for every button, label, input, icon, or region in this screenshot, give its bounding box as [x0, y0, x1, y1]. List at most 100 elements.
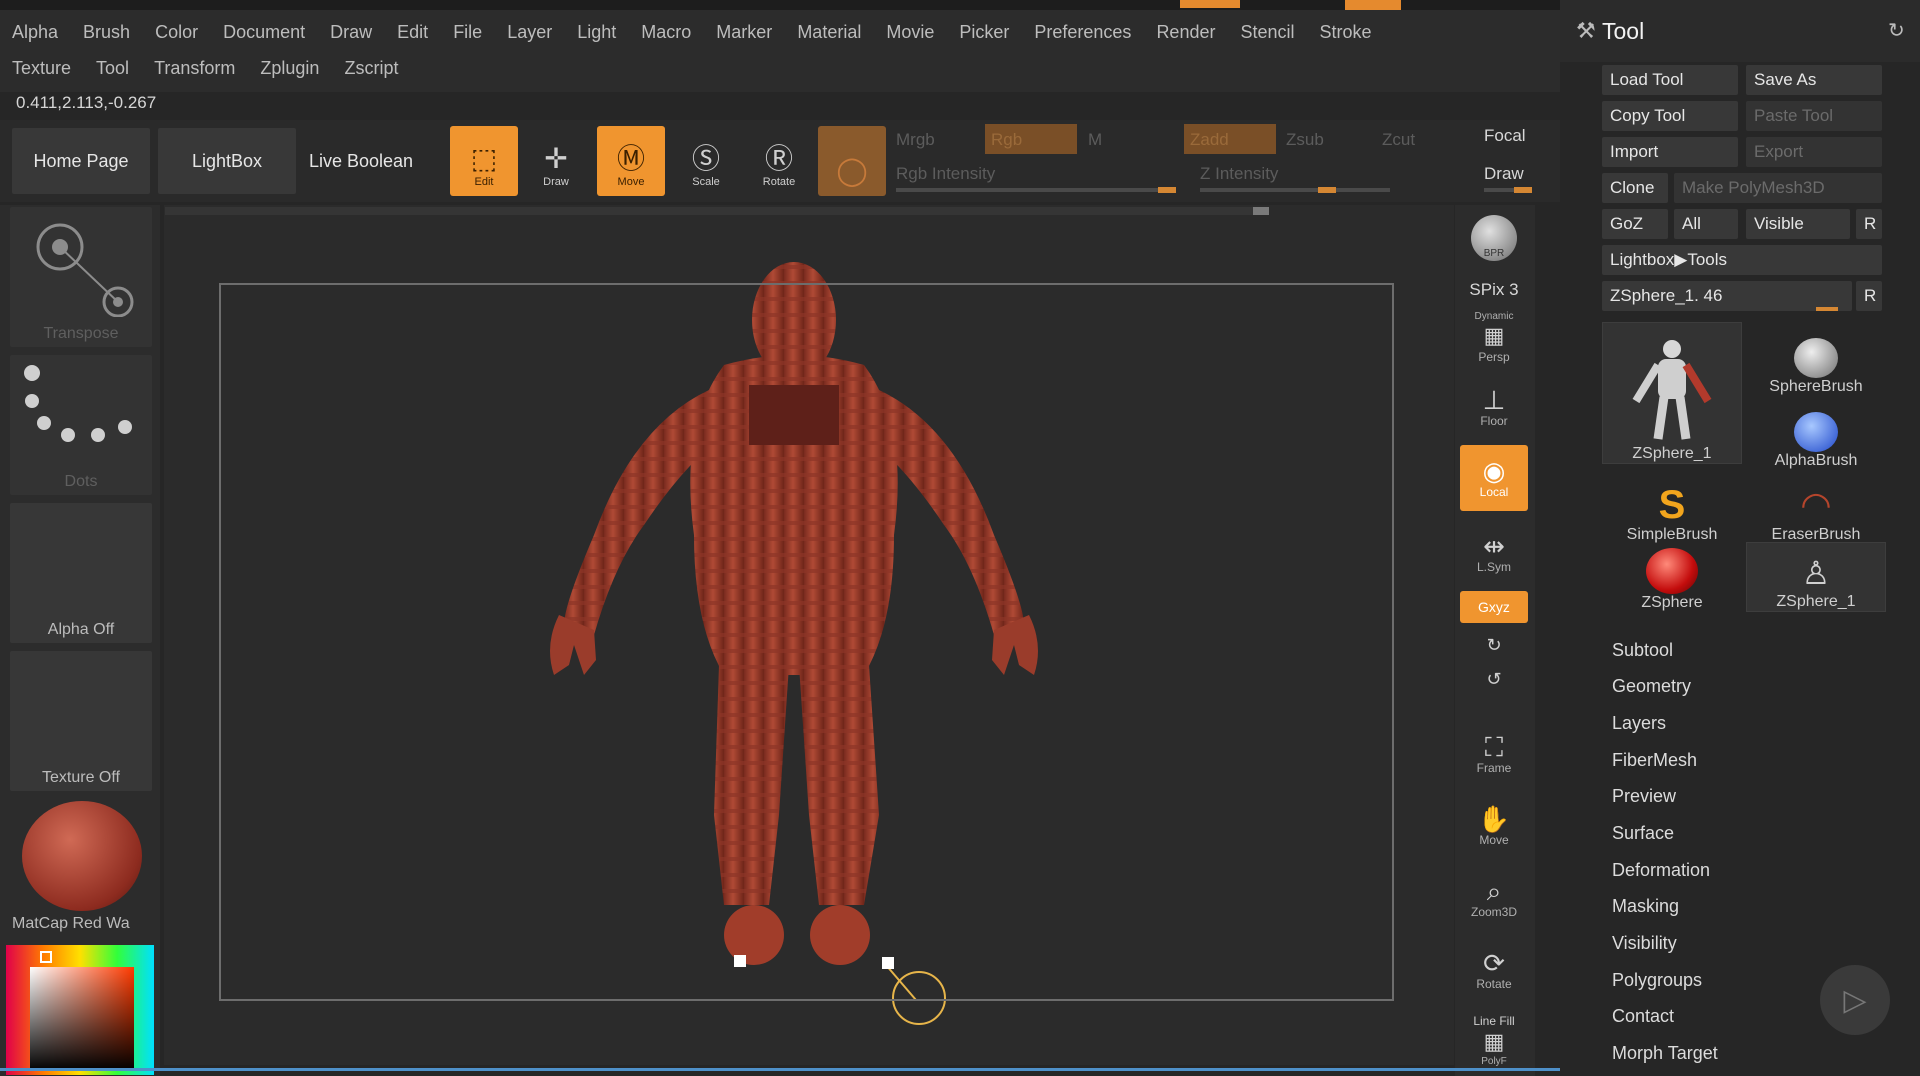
menu-tool[interactable]: Tool	[96, 58, 129, 79]
local-symmetry-button[interactable]: ⇹ L.Sym	[1460, 523, 1528, 583]
draw-size-track[interactable]	[1484, 187, 1532, 193]
bpr-render-button[interactable]: BPR	[1460, 205, 1528, 271]
transpose-button[interactable]: Transpose	[10, 207, 152, 347]
draw-size-slider[interactable]: Draw	[1484, 164, 1524, 184]
line-fill-button[interactable]: Line Fill ▦ PolyF	[1460, 1007, 1528, 1073]
home-page-button[interactable]: Home Page	[12, 128, 150, 194]
lightbox-tools-button[interactable]: Lightbox▶Tools	[1602, 245, 1882, 275]
z-intensity-knob[interactable]	[1318, 187, 1336, 193]
color-picker[interactable]	[6, 945, 154, 1075]
section-morph-target[interactable]: Morph Target	[1612, 1043, 1718, 1064]
load-tool-button[interactable]: Load Tool	[1602, 65, 1738, 95]
section-geometry[interactable]: Geometry	[1612, 676, 1691, 697]
rotate-z-button[interactable]: ↺	[1460, 663, 1528, 695]
focal-shift-slider[interactable]: Focal	[1484, 126, 1526, 146]
frame-button[interactable]: ⛶ Frame	[1460, 721, 1528, 787]
section-layers[interactable]: Layers	[1612, 713, 1666, 734]
make-polymesh-button[interactable]: Make PolyMesh3D	[1674, 173, 1882, 203]
section-subtool[interactable]: Subtool	[1612, 640, 1673, 661]
section-fibermesh[interactable]: FiberMesh	[1612, 750, 1697, 771]
menu-zscript[interactable]: Zscript	[344, 58, 398, 79]
section-surface[interactable]: Surface	[1612, 823, 1674, 844]
menu-zplugin[interactable]: Zplugin	[260, 58, 319, 79]
section-visibility[interactable]: Visibility	[1612, 933, 1677, 954]
palette-refresh-icon[interactable]: ↻	[1888, 18, 1905, 43]
zadd-toggle[interactable]: Zadd	[1184, 124, 1276, 154]
tool-thumb-zsphere-1-copy[interactable]: ♙ ZSphere_1	[1746, 542, 1886, 612]
rgb-intensity-slider[interactable]	[896, 187, 1176, 193]
rgb-intensity-knob[interactable]	[1158, 187, 1176, 193]
paste-tool-button[interactable]: Paste Tool	[1746, 101, 1882, 131]
menu-edit[interactable]: Edit	[397, 22, 428, 43]
menu-color[interactable]: Color	[155, 22, 198, 43]
menu-brush[interactable]: Brush	[83, 22, 130, 43]
floor-button[interactable]: ⊥ Floor	[1460, 375, 1528, 439]
current-tool-knob[interactable]	[1816, 307, 1838, 311]
section-preview[interactable]: Preview	[1612, 786, 1676, 807]
current-tool-slider[interactable]: ZSphere_1. 46	[1602, 281, 1852, 311]
lightbox-button[interactable]: LightBox	[158, 128, 296, 194]
menu-texture[interactable]: Texture	[12, 58, 71, 79]
rgb-toggle[interactable]: Rgb	[985, 124, 1077, 154]
material-sphere-button[interactable]: ◯	[818, 126, 886, 196]
draw-size-knob[interactable]	[1514, 187, 1532, 193]
copy-tool-button[interactable]: Copy Tool	[1602, 101, 1738, 131]
menu-picker[interactable]: Picker	[959, 22, 1009, 43]
move-view-button[interactable]: ✋ Move	[1460, 793, 1528, 859]
section-contact[interactable]: Contact	[1612, 1006, 1674, 1027]
current-tool-r-button[interactable]: R	[1856, 281, 1882, 311]
menu-stroke[interactable]: Stroke	[1320, 22, 1372, 43]
zcut-toggle[interactable]: Zcut	[1382, 130, 1415, 150]
rotate-view-button[interactable]: ⟳ Rotate	[1460, 937, 1528, 1003]
xyz-rotation-button[interactable]: Gxyz	[1460, 591, 1528, 623]
rotate-mode-button[interactable]: Ⓡ Rotate	[745, 126, 813, 196]
menu-alpha[interactable]: Alpha	[12, 22, 58, 43]
export-button[interactable]: Export	[1746, 137, 1882, 167]
goz-all-button[interactable]: All	[1674, 209, 1738, 239]
draw-mode-button[interactable]: ✛ Draw	[522, 126, 590, 196]
move-mode-button[interactable]: Ⓜ Move	[597, 126, 665, 196]
menu-transform[interactable]: Transform	[154, 58, 235, 79]
goz-button[interactable]: GoZ	[1602, 209, 1668, 239]
goz-r-button[interactable]: R	[1856, 209, 1882, 239]
tool-thumb-alphabrush[interactable]: AlphaBrush	[1746, 396, 1886, 470]
menu-file[interactable]: File	[453, 22, 482, 43]
m-toggle[interactable]: M	[1088, 130, 1102, 150]
menu-movie[interactable]: Movie	[886, 22, 934, 43]
section-deformation[interactable]: Deformation	[1612, 860, 1710, 881]
menu-macro[interactable]: Macro	[641, 22, 691, 43]
live-boolean-button[interactable]: Live Boolean	[302, 128, 420, 194]
color-picker-cursor[interactable]	[40, 951, 52, 963]
tool-thumb-eraserbrush[interactable]: ◠ EraserBrush	[1746, 470, 1886, 544]
section-masking[interactable]: Masking	[1612, 896, 1679, 917]
tool-thumb-zsphere-1[interactable]: ZSphere_1	[1602, 322, 1742, 464]
tool-thumb-spherebrush[interactable]: SphereBrush	[1746, 322, 1886, 396]
menu-preferences[interactable]: Preferences	[1034, 22, 1131, 43]
menu-marker[interactable]: Marker	[716, 22, 772, 43]
menu-layer[interactable]: Layer	[507, 22, 552, 43]
title-accent-button[interactable]	[1345, 0, 1401, 10]
menu-light[interactable]: Light	[577, 22, 616, 43]
persp-button[interactable]: Dynamic ▦ Persp	[1460, 305, 1528, 369]
tool-thumb-zsphere[interactable]: ZSphere	[1602, 542, 1742, 612]
menu-stencil[interactable]: Stencil	[1240, 22, 1294, 43]
clone-button[interactable]: Clone	[1602, 173, 1668, 203]
z-intensity-slider[interactable]	[1200, 187, 1390, 193]
edit-mode-button[interactable]: ⬚ Edit	[450, 126, 518, 196]
menu-render[interactable]: Render	[1156, 22, 1215, 43]
material-selector[interactable]: MatCap Red Wa	[10, 795, 152, 937]
tool-thumb-simplebrush[interactable]: S SimpleBrush	[1602, 470, 1742, 544]
scale-mode-button[interactable]: Ⓢ Scale	[672, 126, 740, 196]
texture-selector[interactable]: Texture Off	[10, 651, 152, 791]
zoom3d-button[interactable]: ⌕ Zoom3D	[1460, 865, 1528, 931]
zsub-toggle[interactable]: Zsub	[1286, 130, 1324, 150]
section-polygroups[interactable]: Polygroups	[1612, 970, 1702, 991]
spix-slider[interactable]: SPix 3	[1460, 277, 1528, 303]
alpha-selector[interactable]: Alpha Off	[10, 503, 152, 643]
mrgb-toggle[interactable]: Mrgb	[896, 130, 935, 150]
color-picker-sv-square[interactable]	[30, 967, 134, 1071]
save-as-button[interactable]: Save As	[1746, 65, 1882, 95]
goz-visible-button[interactable]: Visible	[1746, 209, 1850, 239]
stroke-dots-button[interactable]: Dots	[10, 355, 152, 495]
menu-document[interactable]: Document	[223, 22, 305, 43]
